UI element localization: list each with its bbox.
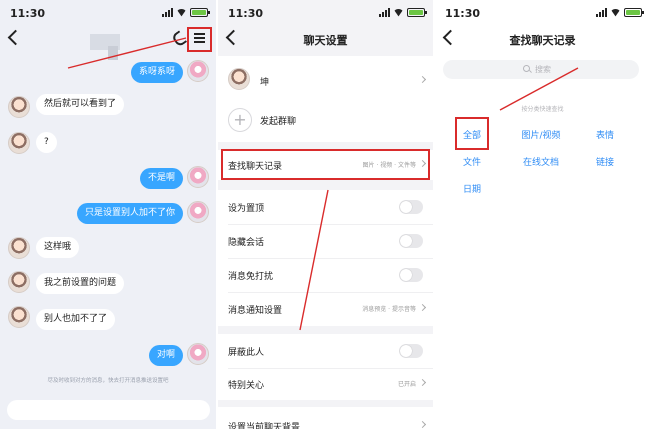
contact-group: 坤 + 发起群聊 [218,56,433,142]
status-time: 11:30 [445,7,481,20]
privacy-group: 屏蔽此人 特别关心 已开启 [218,334,433,400]
status-time: 11:30 [228,7,264,20]
chevron-right-icon [418,75,427,84]
mute-row: 消息免打扰 [218,260,433,290]
wifi-icon [176,9,187,17]
category-online-docs[interactable]: 在线文档 [511,155,571,168]
block-row: 屏蔽此人 [218,336,433,366]
message-input[interactable] [7,400,210,420]
message-bubble: ? [36,132,57,153]
special-care-row[interactable]: 特别关心 已开启 [218,369,433,399]
signal-icon [596,8,607,17]
hide-toggle[interactable] [399,234,423,248]
search-navbar: 查找聊天记录 [435,26,650,54]
chevron-right-icon [418,378,427,387]
battery-icon [407,8,427,17]
chevron-right-icon [418,420,427,429]
pin-label: 设为置顶 [228,204,265,214]
contact-name-blurred [90,34,120,60]
search-icon [523,65,530,72]
background-label: 设置当前聊天背景 [228,423,301,429]
notify-label: 消息通知设置 [228,306,283,316]
status-bar: 11:30 [218,0,433,26]
wifi-icon [610,9,621,17]
chat-screen: 11:30 系呀系呀 然后就可以看到了 ? 不是啊 只是设置别人加不了你 这样哦… [0,0,216,429]
pin-row: 设为置顶 [218,192,433,222]
special-care-label: 特别关心 [228,381,265,391]
message-bubble: 然后就可以看到了 [36,94,125,115]
chevron-right-icon [418,303,427,312]
start-group-chat-label: 发起群聊 [260,117,297,127]
row-divider [228,258,433,259]
quick-find-title: 按分类快速查找 [521,106,564,113]
category-links[interactable]: 链接 [575,155,635,168]
message-bubble: 系呀系呀 [130,62,183,83]
search-records-screen: 11:30 查找聊天记录 搜索 按分类快速查找 全部 图片/视频 表情 文件 在… [435,0,650,429]
status-bar: 11:30 [0,0,216,26]
search-record-highlight-box [221,149,430,180]
my-avatar [187,201,209,223]
hide-label: 隐藏会话 [228,238,265,248]
background-group: 设置当前聊天背景 [218,407,433,429]
my-avatar [187,60,209,82]
message-bubble: 不是啊 [139,168,183,189]
contact-row[interactable]: 坤 [218,61,433,97]
category-images-videos[interactable]: 图片/视频 [511,128,571,141]
contact-avatar [8,96,30,118]
menu-highlight-box [187,27,212,52]
mute-label: 消息免打扰 [228,272,274,282]
contact-avatar [8,271,30,293]
background-row[interactable]: 设置当前聊天背景 [218,411,433,429]
options-group: 设为置顶 隐藏会话 消息免打扰 消息通知设置 消息预览 · 提示音等 [218,190,433,326]
contact-avatar [8,237,30,259]
search-input[interactable]: 搜索 [443,60,639,79]
wifi-icon [393,9,404,17]
phone-icon[interactable] [170,30,188,48]
message-bubble: 这样哦 [36,237,80,258]
battery-icon [624,8,644,17]
signal-icon [162,8,173,17]
contact-avatar [8,132,30,154]
page-title: 查找聊天记录 [509,34,576,47]
hide-row: 隐藏会话 [218,226,433,256]
category-stickers[interactable]: 表情 [575,128,635,141]
page-title: 聊天设置 [303,34,348,47]
mute-toggle[interactable] [399,268,423,282]
contact-avatar [228,68,250,90]
settings-navbar: 聊天设置 [218,26,433,54]
contact-name: 坤 [260,78,270,88]
category-all-highlight-box [455,117,489,150]
add-icon: + [228,108,252,132]
status-time: 11:30 [10,7,46,20]
notify-row[interactable]: 消息通知设置 消息预览 · 提示音等 [218,294,433,324]
row-divider [228,224,433,225]
special-care-value: 已开启 [397,381,416,388]
message-bubble: 对啊 [148,345,183,366]
status-bar: 11:30 [435,0,650,26]
status-icons [162,8,210,17]
push-notice: 尽及时收到对方的消息，快去打开消息推送设置吧 [47,378,169,384]
message-bubble: 我之前设置的问题 [36,273,125,294]
chat-settings-screen: 11:30 聊天设置 坤 + 发起群聊 查找聊天记录 图片 · 视频 · 文件等 [218,0,433,429]
message-bubble: 只是设置别人加不了你 [76,203,183,224]
search-placeholder: 搜索 [535,65,551,74]
start-group-chat-row[interactable]: + 发起群聊 [218,100,433,140]
signal-icon [379,8,390,17]
my-avatar [187,343,209,365]
chat-navbar [0,26,216,60]
notify-value: 消息预览 · 提示音等 [362,306,416,313]
block-toggle[interactable] [399,344,423,358]
pin-toggle[interactable] [399,200,423,214]
back-icon[interactable] [7,29,24,46]
message-bubble: 别人也加不了了 [36,309,116,330]
block-label: 屏蔽此人 [228,348,265,358]
my-avatar [187,166,209,188]
category-date[interactable]: 日期 [442,182,502,195]
status-icons [379,8,427,17]
category-files[interactable]: 文件 [442,155,502,168]
row-divider [228,292,433,293]
battery-icon [190,8,210,17]
status-icons [596,8,644,17]
contact-avatar [8,306,30,328]
